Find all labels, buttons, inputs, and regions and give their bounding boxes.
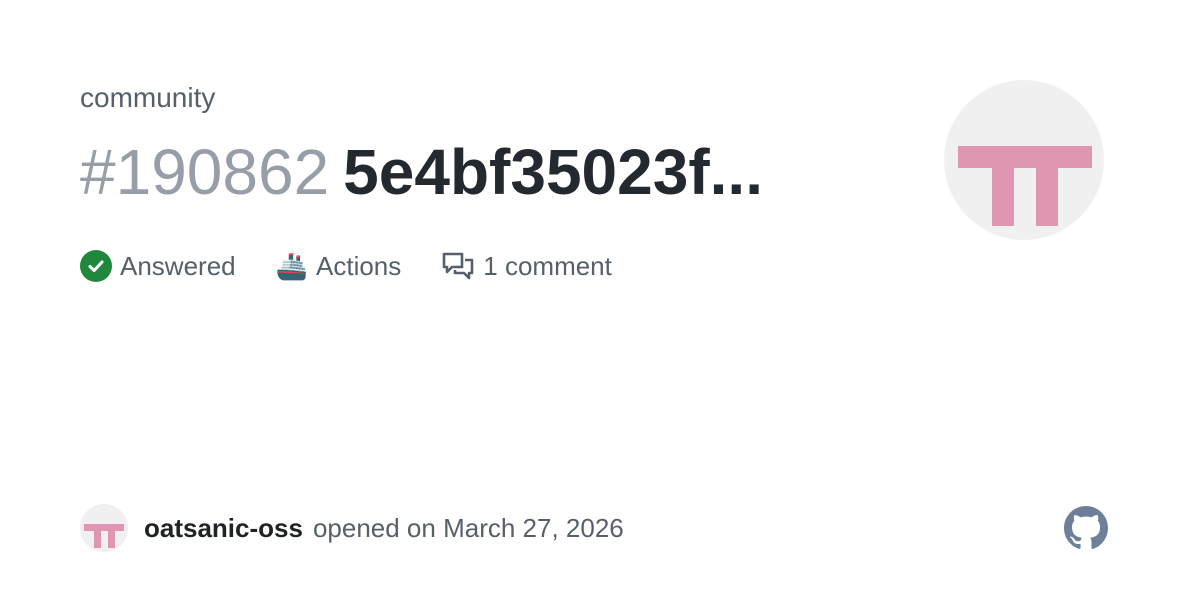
issue-number: #190862 [80,136,330,208]
comment-count-label: 1 comment [483,250,612,281]
answered-status: Answered [80,250,236,282]
author-avatar-large[interactable] [944,80,1104,240]
category-label: Actions [316,250,402,281]
comment-count[interactable]: 1 comment [441,251,612,282]
social-preview-card: community #190862 5e4bf35023f... Answered… [0,0,1200,600]
repo-name[interactable]: community [80,80,215,116]
answered-label: Answered [120,250,236,281]
ship-icon: 🚢 [275,250,308,281]
issue-title[interactable]: 5e4bf35023f... [343,136,763,208]
identicon-graphic [958,146,1092,226]
opened-date-text: opened on March 27, 2026 [312,512,624,543]
category[interactable]: 🚢 Actions [276,251,402,282]
issue-heading: #190862 5e4bf35023f... [80,134,763,210]
github-mark-icon[interactable] [1064,506,1108,550]
comment-discussion-icon [441,251,475,281]
check-circle-icon [80,250,112,282]
author-footer: oatsanic-oss opened on March 27, 2026 [80,504,624,552]
author-name[interactable]: oatsanic-oss [144,513,303,544]
author-avatar-small[interactable] [80,504,128,552]
discussion-meta: Answered 🚢 Actions 1 comment [80,246,652,286]
identicon-small-graphic [84,524,124,548]
